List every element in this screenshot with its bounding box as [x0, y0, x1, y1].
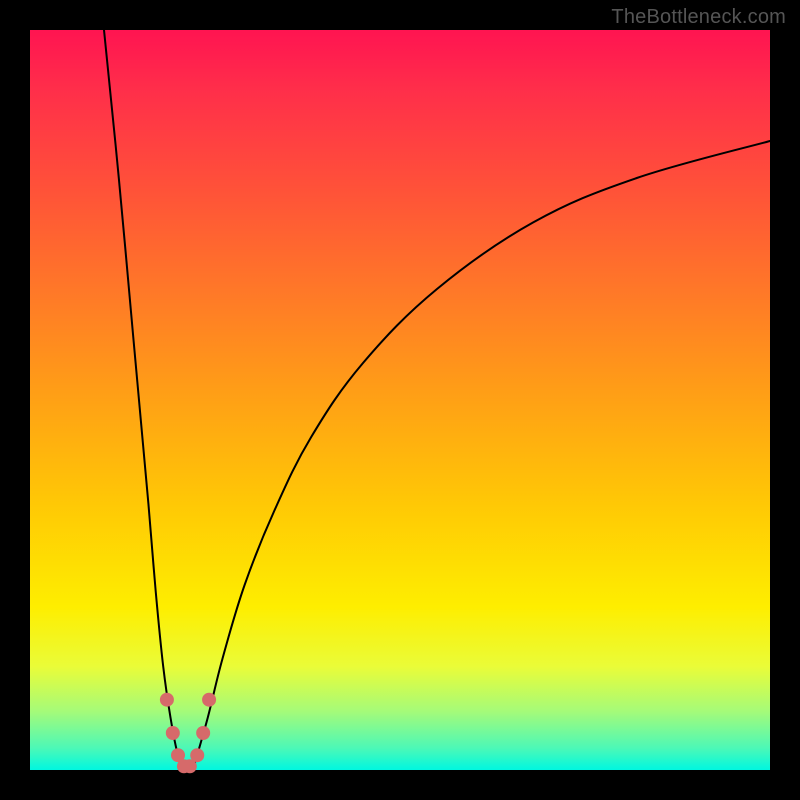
marker-dot	[166, 726, 180, 740]
marker-dot	[190, 748, 204, 762]
curve-right-branch	[193, 141, 770, 770]
outer-frame: TheBottleneck.com	[0, 0, 800, 800]
curve-left-branch	[104, 30, 185, 770]
watermark-text: TheBottleneck.com	[611, 6, 786, 29]
marker-dot	[202, 693, 216, 707]
marker-dot	[196, 726, 210, 740]
chart-svg	[30, 30, 770, 770]
marker-dot	[160, 693, 174, 707]
marker-group	[160, 693, 216, 774]
plot-area	[30, 30, 770, 770]
